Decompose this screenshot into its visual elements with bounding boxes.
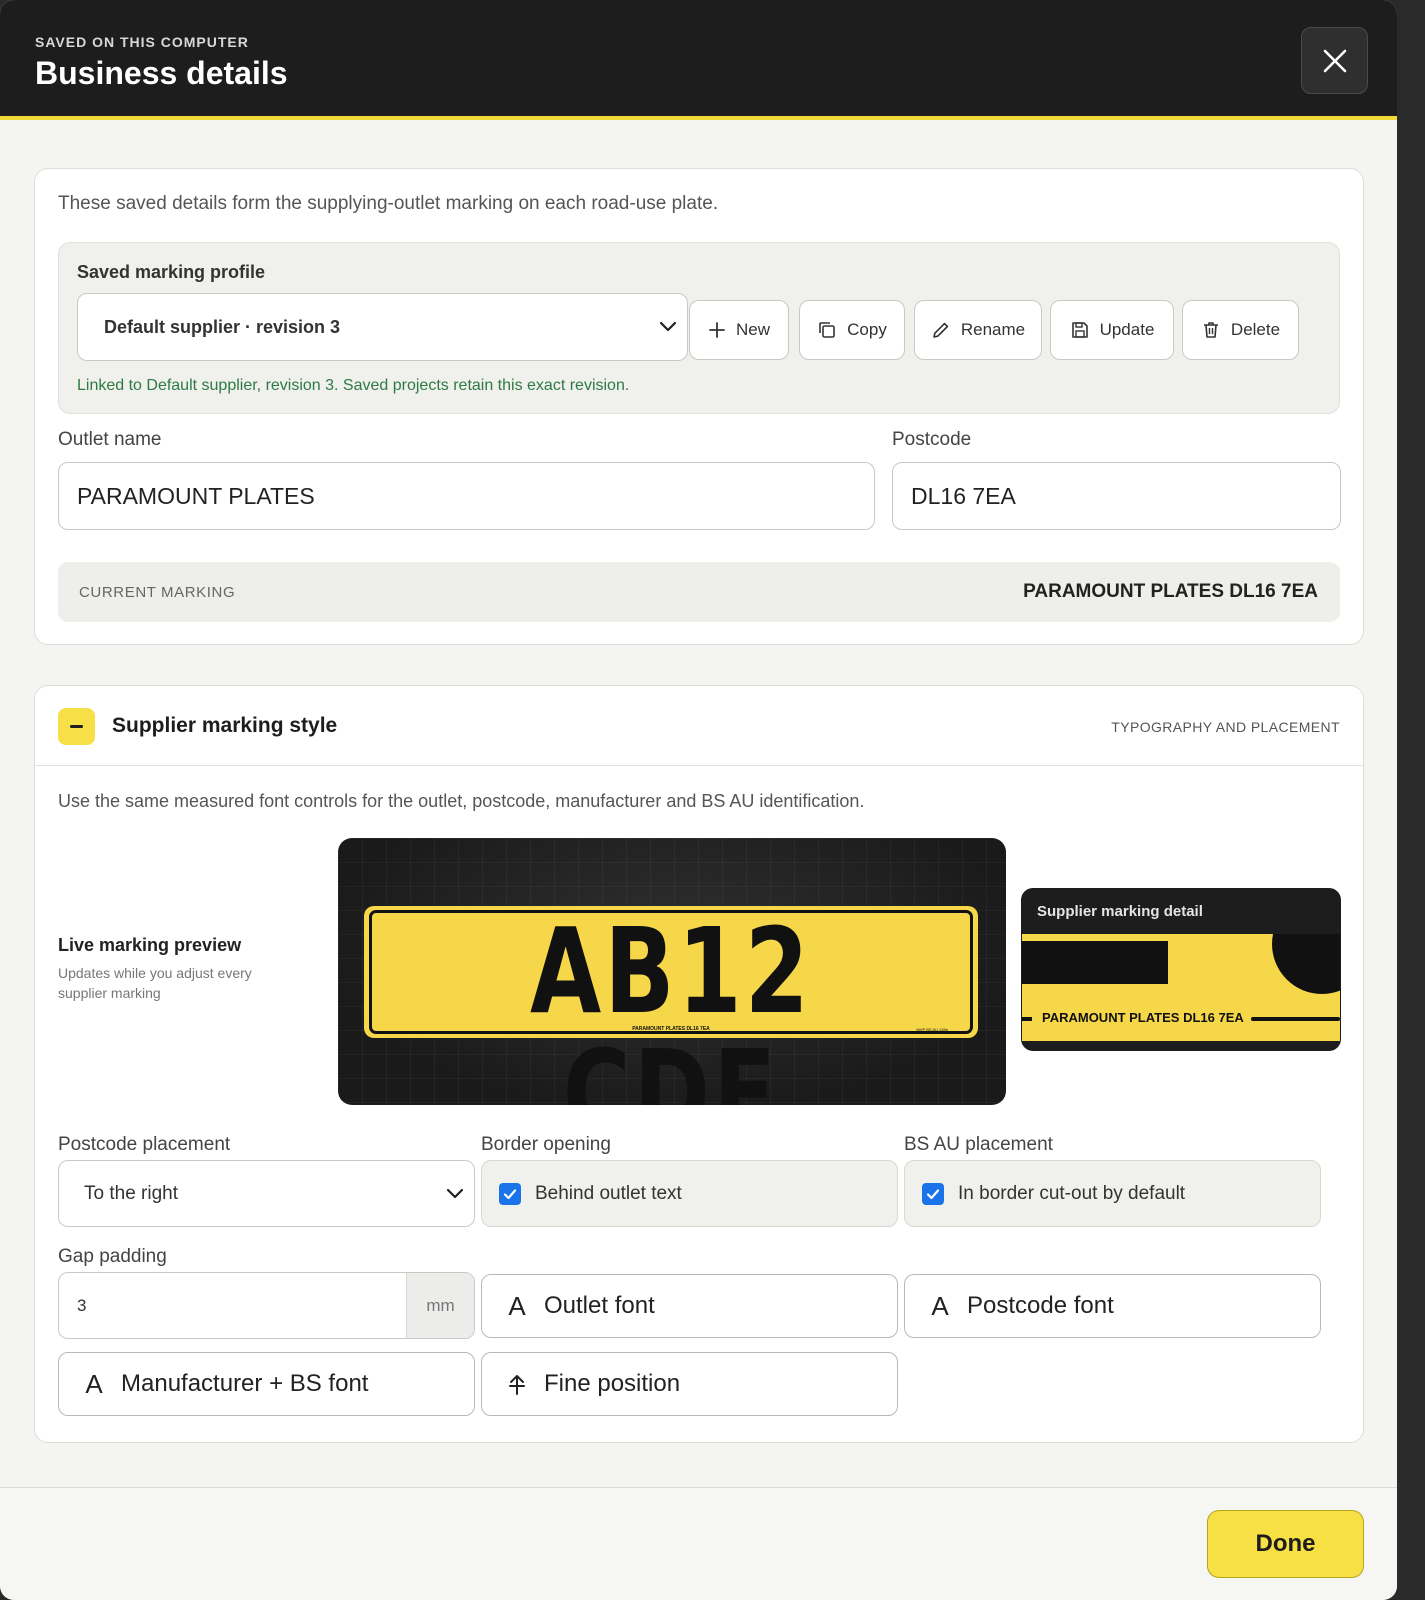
business-details-dialog: SAVED ON THIS COMPUTER Business details … — [0, 0, 1397, 1600]
border-segment-right — [1251, 1017, 1340, 1021]
copy-label: Copy — [847, 320, 887, 339]
dialog-header: SAVED ON THIS COMPUTER Business details — [0, 0, 1397, 120]
gap-padding-input[interactable]: 3 mm — [58, 1272, 475, 1339]
fine-position-label: Fine position — [544, 1370, 681, 1397]
outlet-font-label: Outlet font — [544, 1292, 655, 1319]
close-icon — [1323, 49, 1346, 72]
profile-select[interactable]: Default supplier · revision 3 — [77, 293, 688, 361]
move-up-icon — [509, 1375, 525, 1395]
delete-label: Delete — [1230, 320, 1281, 339]
current-marking-label: CURRENT MARKING — [79, 584, 236, 601]
delete-profile-button[interactable]: Delete — [1182, 300, 1299, 360]
close-button[interactable] — [1301, 27, 1368, 94]
preview-subtitle: Updates while you adjust every supplier … — [58, 965, 252, 1001]
plate-bs-marking: MVP BS AU 145e — [916, 1027, 949, 1032]
chevron-down-icon — [446, 1188, 464, 1199]
postcode-placement-value: To the right — [84, 1182, 178, 1204]
border-opening-option: Behind outlet text — [535, 1182, 682, 1204]
plate-registration: AB12 CDE — [530, 902, 812, 1105]
dialog-footer: Done — [0, 1487, 1397, 1600]
update-label: Update — [1099, 320, 1155, 339]
postcode-input[interactable]: DL16 7EA — [892, 462, 1341, 530]
done-button[interactable]: Done — [1207, 1510, 1364, 1578]
detail-title: Supplier marking detail — [1037, 903, 1203, 920]
section-description: Use the same measured font controls for … — [58, 791, 865, 811]
postcode-placement-label: Postcode placement — [58, 1134, 231, 1155]
detail-marking-text: PARAMOUNT PLATES DL16 7EA — [1042, 1010, 1244, 1025]
border-segment-left — [1022, 1017, 1032, 1021]
postcode-placement-select[interactable]: To the right — [58, 1160, 475, 1227]
current-marking-value: PARAMOUNT PLATES DL16 7EA — [1023, 581, 1318, 602]
postcode-label: Postcode — [892, 429, 972, 450]
bs-au-placement-checkbox[interactable]: In border cut-out by default — [904, 1160, 1321, 1227]
manufacturer-font-label: Manufacturer + BS font — [121, 1370, 369, 1397]
section-tag: TYPOGRAPHY AND PLACEMENT — [1111, 719, 1340, 735]
font-icon: A — [508, 1290, 526, 1321]
fine-position-button[interactable]: Fine position — [481, 1352, 898, 1416]
plus-icon — [709, 322, 725, 338]
profile-select-value: Default supplier · revision 3 — [104, 316, 341, 337]
copy-icon — [819, 322, 835, 338]
outlet-font-button[interactable]: A Outlet font — [481, 1274, 898, 1338]
section-title: Supplier marking style — [112, 714, 338, 737]
marking-profile-panel: Saved marking profile Default supplier ·… — [58, 242, 1340, 414]
rename-label: Rename — [960, 320, 1026, 339]
gap-padding-label: Gap padding — [58, 1246, 167, 1267]
zoomed-character-curve — [1272, 934, 1340, 994]
manufacturer-font-button[interactable]: A Manufacturer + BS font — [58, 1352, 475, 1416]
bs-au-placement-option: In border cut-out by default — [958, 1182, 1186, 1204]
pencil-icon — [933, 322, 949, 338]
number-plate: AB12 CDE PARAMOUNT PLATES DL16 7EA MVP B… — [364, 906, 978, 1105]
trash-icon — [1203, 322, 1218, 338]
postcode-font-button[interactable]: A Postcode font — [904, 1274, 1321, 1338]
font-icon: A — [931, 1290, 949, 1321]
preview-title: Live marking preview — [58, 935, 242, 955]
checkbox-checked-icon — [499, 1182, 521, 1205]
detail-zoom-area: PARAMOUNT PLATES DL16 7EA — [1022, 934, 1340, 1041]
plate-supplier-marking: PARAMOUNT PLATES DL16 7EA — [632, 1026, 710, 1032]
business-details-card: These saved details form the supplying-o… — [34, 168, 1364, 645]
gap-padding-unit: mm — [406, 1273, 474, 1338]
chevron-down-icon — [659, 321, 677, 332]
outlet-name-label: Outlet name — [58, 429, 162, 450]
current-marking-bar: CURRENT MARKING PARAMOUNT PLATES DL16 7E… — [58, 562, 1340, 622]
dialog-title: Business details — [35, 55, 288, 91]
checkbox-checked-icon — [922, 1182, 944, 1205]
font-icon: A — [85, 1368, 103, 1399]
bs-au-placement-label: BS AU placement — [904, 1134, 1053, 1155]
gap-padding-value: 3 — [77, 1296, 87, 1315]
outlet-name-input[interactable]: PARAMOUNT PLATES — [58, 462, 875, 530]
new-label: New — [735, 320, 770, 339]
profile-label: Saved marking profile — [77, 262, 266, 282]
dialog-eyebrow: SAVED ON THIS COMPUTER — [35, 34, 249, 50]
rename-profile-button[interactable]: Rename — [914, 300, 1042, 360]
section-header: Supplier marking style TYPOGRAPHY AND PL… — [35, 686, 1363, 766]
copy-profile-button[interactable]: Copy — [799, 300, 905, 360]
supplier-marking-style-card: Supplier marking style TYPOGRAPHY AND PL… — [34, 685, 1364, 1443]
update-profile-button[interactable]: Update — [1050, 300, 1174, 360]
details-intro: These saved details form the supplying-o… — [58, 193, 719, 214]
border-opening-checkbox[interactable]: Behind outlet text — [481, 1160, 898, 1227]
postcode-font-label: Postcode font — [967, 1292, 1114, 1319]
border-opening-label: Border opening — [481, 1134, 611, 1155]
minus-icon — [70, 725, 83, 728]
new-profile-button[interactable]: New — [689, 300, 789, 360]
collapse-button[interactable] — [58, 708, 95, 745]
plate-preview: AB12 CDE PARAMOUNT PLATES DL16 7EA MVP B… — [338, 838, 1006, 1105]
save-icon — [1071, 322, 1088, 338]
zoomed-character-fragment — [1022, 941, 1168, 984]
marking-detail-zoom: Supplier marking detail PARAMOUNT PLATES… — [1021, 888, 1341, 1051]
profile-linked-note: Linked to Default supplier, revision 3. … — [77, 377, 630, 394]
